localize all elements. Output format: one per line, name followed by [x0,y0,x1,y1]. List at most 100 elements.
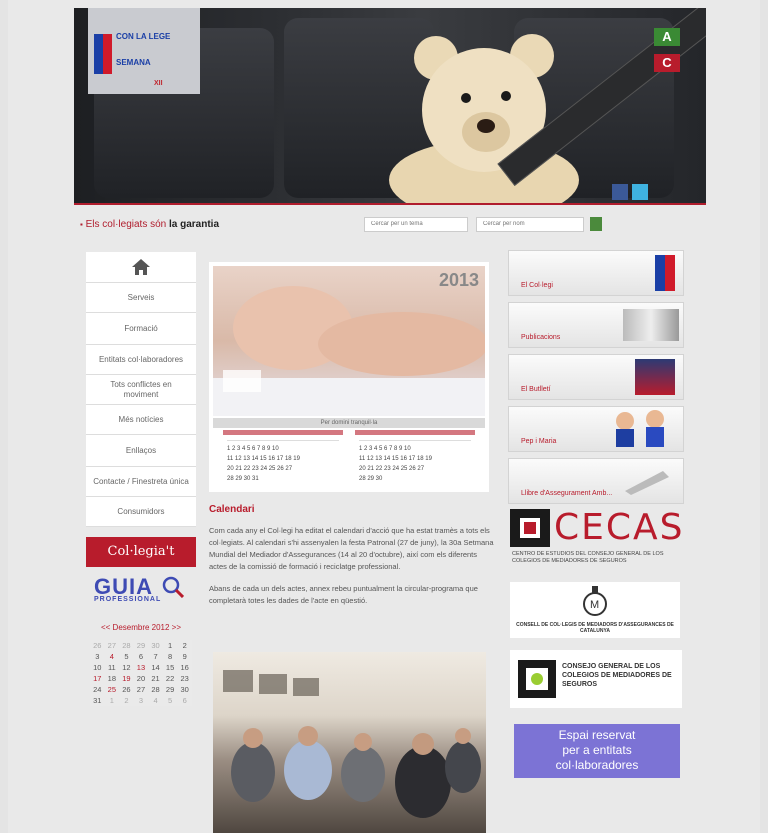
cal-day[interactable]: 25 [105,684,120,695]
right-link-col-legi[interactable]: El Col·legi [508,250,684,296]
baby-image: 2013 [213,266,485,416]
site-logo[interactable]: CON LA LEGE SEMANA XII [88,8,200,94]
cal-day[interactable]: 15 [163,662,178,673]
search-topic-input[interactable] [364,217,468,232]
home-link[interactable] [86,252,196,283]
font-increase-button[interactable]: A [654,28,680,46]
cal-day[interactable]: 3 [90,651,105,662]
cal-day[interactable]: 13 [134,662,149,673]
right-column: El Col·legi Publicacions El Butlletí Pep… [508,250,684,510]
nav-item-enllacos[interactable]: Enllaços [86,435,196,467]
cal-day[interactable]: 6 [134,651,149,662]
cal-day[interactable]: 26 [90,640,105,651]
cecas-mark-icon [510,509,550,547]
guia-professional-link[interactable]: GUIA PROFESSIONAL [94,574,194,614]
cal-day[interactable]: 20 [134,673,149,684]
home-icon [132,259,150,275]
printed-calendar-image: 1 2 3 4 5 6 7 8 9 10 11 12 13 14 15 16 1… [223,430,475,482]
right-link-label: Pep i Maria [521,438,557,445]
cal-day[interactable]: 26 [119,684,134,695]
cal-day[interactable]: 31 [90,695,105,706]
cecas-word: CECAS [554,507,685,548]
cal-day[interactable]: 28 [148,684,163,695]
cal-day[interactable]: 2 [177,640,192,651]
cal-day[interactable]: 5 [119,651,134,662]
reserved-line3: col·laboradores [555,758,639,772]
article-heading[interactable]: Calendari [209,504,494,515]
cal-day[interactable]: 8 [163,651,178,662]
cal-day[interactable]: 30 [177,684,192,695]
svg-text:28 29 30 31: 28 29 30 31 [227,476,259,482]
colleague-button[interactable]: Col·legia't [86,537,196,567]
logo-mark-icon [655,255,675,291]
cal-day[interactable]: 5 [163,695,178,706]
cal-day[interactable]: 28 [119,640,134,651]
right-link-label: El Butlletí [521,386,551,393]
article-paragraph-1: Com cada any el Col·legi ha editat el ca… [209,526,494,571]
svg-text:1 2 3 4 5 6 7 8 9 10: 1 2 3 4 5 6 7 8 9 10 [359,446,411,452]
pen-icon [625,471,669,495]
facebook-icon[interactable] [612,184,628,200]
cal-day[interactable]: 11 [105,662,120,673]
nav-item-contacte[interactable]: Contacte / Finestreta única [86,467,196,497]
header-banner: CON LA LEGE SEMANA XII A C [74,8,706,204]
right-link-llibre[interactable]: Llibre d'Assegurament Amb... [508,458,684,504]
cal-day[interactable]: 2 [119,695,134,706]
cal-day[interactable]: 9 [177,651,192,662]
cal-day[interactable]: 10 [90,662,105,673]
cal-day[interactable]: 29 [163,684,178,695]
nav-item-formacio[interactable]: Formació [86,313,196,345]
cal-day[interactable]: 19 [119,673,134,684]
cal-day[interactable]: 22 [163,673,178,684]
right-link-publicacions[interactable]: Publicacions [508,302,684,348]
nav-item-entitats[interactable]: Entitats col·laboradores [86,345,196,375]
twitter-icon[interactable] [632,184,648,200]
cal-day[interactable]: 4 [148,695,163,706]
search-go-button[interactable] [590,217,602,231]
magnifier-icon [162,576,184,598]
cecas-logo[interactable]: CECAS CENTRO DE ESTUDIOS DEL CONSEJO GEN… [508,507,686,573]
cal-day[interactable]: 4 [105,651,120,662]
consejo-general-logo[interactable]: CONSEJO GENERAL DE LOS COLEGIOS DE MEDIA… [510,650,682,708]
seminar-photo[interactable] [213,652,486,833]
cal-day[interactable]: 23 [177,673,192,684]
consell-logo[interactable]: M CONSELL DE COL·LEGIS DE MEDIADORS D'AS… [510,582,680,638]
cal-day[interactable]: 24 [90,684,105,695]
promo-year: 2013 [438,270,479,290]
cal-day[interactable]: 3 [134,695,149,706]
right-link-butlleti[interactable]: El Butlletí [508,354,684,400]
font-decrease-button[interactable]: C [654,54,680,72]
nav-item-serveis[interactable]: Serveis [86,283,196,313]
cal-day[interactable]: 17 [90,673,105,684]
reserved-space-banner[interactable]: Espai reservat per a entitats col·labora… [514,724,680,778]
newspaper-icon [623,309,679,341]
tagline-part2: la garantia [169,219,220,230]
cal-day[interactable]: 14 [148,662,163,673]
nav-item-consumidors[interactable]: Consumidors [86,497,196,527]
mini-calendar-header[interactable]: << Desembre 2012 >> [86,623,196,632]
cal-day[interactable]: 30 [148,640,163,651]
cecas-subtitle: CENTRO DE ESTUDIOS DEL CONSEJO GENERAL D… [512,551,664,564]
nav-item-mes-noticies[interactable]: Més notícies [86,405,196,435]
cal-day[interactable]: 27 [105,640,120,651]
search-name-input[interactable] [476,217,584,232]
cal-day[interactable]: 29 [134,640,149,651]
cal-day[interactable]: 7 [148,651,163,662]
reserved-line2: per a entitats [562,743,632,757]
right-link-pep-maria[interactable]: Pep i Maria [508,406,684,452]
consejo-text: CONSEJO GENERAL DE LOS COLEGIOS DE MEDIA… [562,663,672,688]
reserved-line1: Espai reservat [558,728,636,742]
cal-day[interactable]: 16 [177,662,192,673]
calendar-promo[interactable]: 2013 Per domini tranquil·la 1 2 3 4 5 6 … [209,262,489,492]
cal-day[interactable]: 12 [119,662,134,673]
cal-day[interactable]: 1 [163,640,178,651]
consell-emblem-icon: M [583,586,607,616]
nav-item-conflictes[interactable]: Tots conflictes en moviment [86,375,196,405]
cal-day[interactable]: 6 [177,695,192,706]
cal-day[interactable]: 18 [105,673,120,684]
mini-calendar: 26 27 28 29 30 1 2 3 4 5 6 7 8 9 10 11 1… [90,640,192,706]
cal-day[interactable]: 27 [134,684,149,695]
right-link-label: Publicacions [521,334,561,341]
cal-day[interactable]: 1 [105,695,120,706]
cal-day[interactable]: 21 [148,673,163,684]
